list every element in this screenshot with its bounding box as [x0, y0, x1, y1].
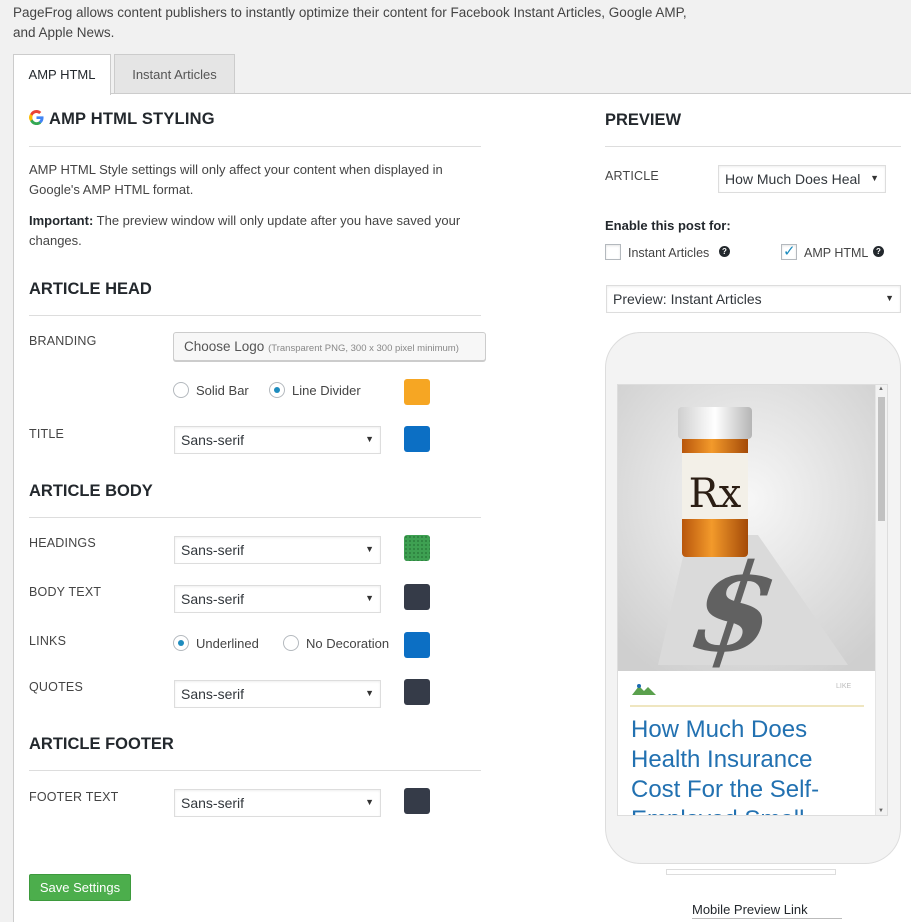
- links-color-swatch[interactable]: [404, 632, 430, 658]
- help-icon[interactable]: ?: [873, 246, 884, 257]
- publisher-logo-icon: [630, 681, 658, 697]
- divider: [605, 146, 901, 147]
- tab-amp-html[interactable]: AMP HTML: [13, 54, 111, 95]
- solid-bar-label: Solid Bar: [196, 383, 249, 398]
- amp-styling-heading: AMP HTML STYLING: [29, 110, 215, 129]
- footer-text-font-select[interactable]: Sans-serif ▼: [174, 789, 381, 817]
- title-font-value: Sans-serif: [181, 432, 245, 448]
- no-decoration-radio[interactable]: [283, 635, 299, 651]
- dropdown-arrow-icon: ▼: [365, 688, 374, 698]
- like-button[interactable]: LIKE: [836, 683, 851, 690]
- rx-label: Rx: [689, 471, 742, 517]
- title-color-swatch[interactable]: [404, 426, 430, 452]
- article-headline: How Much Does Health Insurance Cost For …: [631, 716, 820, 815]
- article-hero-image: $ Rx: [618, 385, 878, 671]
- line-divider-radio[interactable]: [269, 382, 285, 398]
- important-label: Important:: [29, 213, 94, 228]
- divider: [29, 315, 481, 316]
- quotes-font-value: Sans-serif: [181, 686, 245, 702]
- quotes-font-select[interactable]: Sans-serif ▼: [174, 680, 381, 708]
- underlined-label: Underlined: [196, 636, 259, 651]
- divider: [29, 770, 481, 771]
- scroll-up-icon[interactable]: ▲: [878, 386, 884, 392]
- preview-mode-select[interactable]: Preview: Instant Articles ▼: [606, 285, 901, 313]
- body-text-font-value: Sans-serif: [181, 591, 245, 607]
- article-select[interactable]: How Much Does Heal ▼: [718, 165, 886, 193]
- dropdown-arrow-icon: ▼: [885, 293, 894, 303]
- headings-font-value: Sans-serif: [181, 542, 245, 558]
- amp-description: AMP HTML Style settings will only affect…: [29, 162, 443, 197]
- solid-bar-radio[interactable]: [173, 382, 189, 398]
- intro-text: PageFrog allows content publishers to in…: [13, 5, 687, 40]
- article-head-title: ARTICLE HEAD: [29, 280, 152, 298]
- footer-text-color-swatch[interactable]: [404, 788, 430, 814]
- no-decoration-label: No Decoration: [306, 636, 390, 651]
- phone-home-bar: [666, 869, 836, 875]
- preview-title: PREVIEW: [605, 111, 682, 129]
- headings-color-swatch[interactable]: [404, 535, 430, 561]
- phone-screen[interactable]: $ Rx LIKE How Much Does Health Insurance…: [617, 384, 888, 816]
- scrollbar-thumb[interactable]: [878, 397, 885, 521]
- footer-text-label: FOOTER TEXT: [29, 790, 119, 804]
- branding-color-swatch[interactable]: [404, 379, 430, 405]
- dropdown-arrow-icon: ▼: [365, 593, 374, 603]
- branding-label: BRANDING: [29, 334, 97, 348]
- choose-logo-hint: (Transparent PNG, 300 x 300 pixel minimu…: [268, 343, 459, 354]
- body-text-font-select[interactable]: Sans-serif ▼: [174, 585, 381, 613]
- article-footer-title: ARTICLE FOOTER: [29, 735, 174, 753]
- preview-mode-value: Preview: Instant Articles: [613, 291, 762, 307]
- dropdown-arrow-icon: ▼: [365, 797, 374, 807]
- choose-logo-button[interactable]: Choose Logo (Transparent PNG, 300 x 300 …: [173, 332, 486, 361]
- dropdown-arrow-icon: ▼: [365, 544, 374, 554]
- mobile-preview-link[interactable]: Mobile Preview Link: [692, 902, 842, 919]
- article-select-value: How Much Does Heal: [725, 171, 861, 187]
- line-divider-label: Line Divider: [292, 383, 361, 398]
- dropdown-arrow-icon: ▼: [870, 173, 879, 183]
- scroll-down-icon[interactable]: ▼: [878, 808, 884, 814]
- footer-text-font-value: Sans-serif: [181, 795, 245, 811]
- title-font-select[interactable]: Sans-serif ▼: [174, 426, 381, 454]
- underlined-radio[interactable]: [173, 635, 189, 651]
- important-note: Important: The preview window will only …: [29, 211, 474, 251]
- divider: [29, 146, 481, 147]
- headings-font-select[interactable]: Sans-serif ▼: [174, 536, 381, 564]
- tab-instant-articles[interactable]: Instant Articles: [114, 54, 235, 94]
- amp-html-label: AMP HTML: [804, 246, 869, 260]
- article-body-title: ARTICLE BODY: [29, 482, 153, 500]
- quotes-color-swatch[interactable]: [404, 679, 430, 705]
- body-text-label: BODY TEXT: [29, 585, 102, 599]
- amp-html-checkbox[interactable]: [781, 242, 797, 260]
- links-label: LINKS: [29, 634, 67, 648]
- instant-articles-label: Instant Articles: [628, 246, 710, 260]
- enable-post-label: Enable this post for:: [605, 218, 731, 233]
- quotes-label: QUOTES: [29, 680, 83, 694]
- headings-label: HEADINGS: [29, 536, 96, 550]
- title-label: TITLE: [29, 427, 65, 441]
- amp-styling-title: AMP HTML STYLING: [49, 110, 215, 128]
- help-icon[interactable]: ?: [719, 246, 730, 257]
- article-divider: [630, 705, 864, 707]
- save-settings-button[interactable]: Save Settings: [29, 874, 131, 901]
- article-label: ARTICLE: [605, 169, 659, 183]
- google-icon: [29, 110, 44, 125]
- preview-scrollbar[interactable]: ▲ ▼: [875, 385, 887, 815]
- body-text-color-swatch[interactable]: [404, 584, 430, 610]
- choose-logo-label: Choose Logo: [184, 339, 265, 354]
- dropdown-arrow-icon: ▼: [365, 434, 374, 444]
- divider: [29, 517, 481, 518]
- instant-articles-checkbox[interactable]: [605, 244, 621, 260]
- important-text: The preview window will only update afte…: [29, 213, 461, 248]
